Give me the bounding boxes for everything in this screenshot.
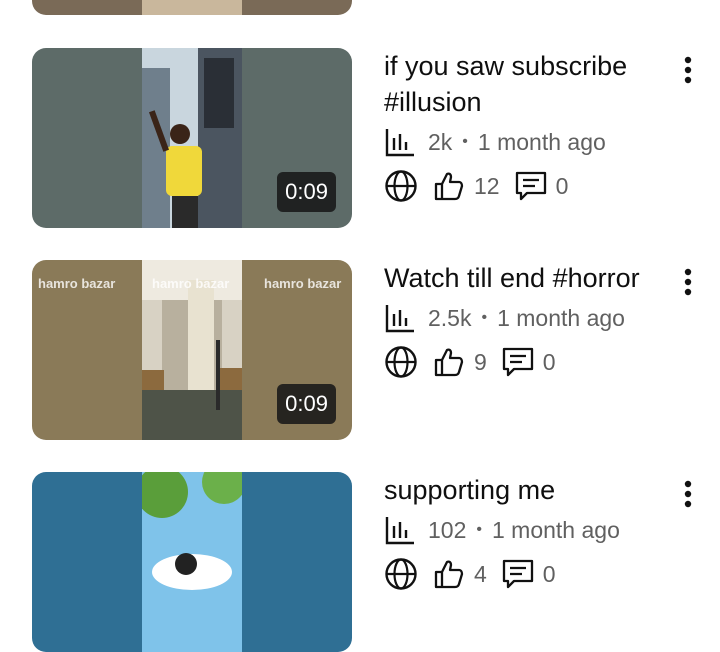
comment-count: 0 bbox=[542, 560, 556, 587]
watermark: hamro bazar bbox=[264, 276, 342, 291]
upload-age: 1 month ago bbox=[491, 516, 620, 543]
video-title[interactable]: supporting me bbox=[384, 472, 664, 508]
more-vertical-icon bbox=[684, 268, 692, 296]
globe-icon bbox=[385, 170, 417, 202]
thumbs-up-icon bbox=[434, 348, 464, 377]
bar-chart-icon bbox=[385, 517, 414, 545]
like-button[interactable]: 12 bbox=[432, 169, 500, 203]
comment-count: 0 bbox=[555, 172, 569, 199]
separator: • bbox=[462, 133, 468, 150]
like-button[interactable]: 9 bbox=[432, 345, 487, 379]
video-thumbnail[interactable]: hamro bazar hamro bazar hamro bazar 0:09 bbox=[32, 260, 352, 440]
bar-chart-icon bbox=[385, 129, 414, 157]
duration-badge: 0:09 bbox=[277, 172, 336, 212]
thumbnail-image bbox=[142, 472, 242, 652]
video-stats: 102 • 1 month ago bbox=[384, 508, 664, 552]
video-item[interactable]: 0:09 if you saw subscribe #illusion 2k •… bbox=[0, 48, 720, 228]
thumbnail-image bbox=[142, 48, 242, 228]
like-count: 12 bbox=[474, 172, 500, 199]
comment-icon bbox=[515, 171, 546, 201]
comment-button[interactable]: 0 bbox=[514, 169, 569, 203]
more-options-button[interactable] bbox=[674, 52, 702, 88]
comment-button[interactable]: 0 bbox=[501, 557, 556, 591]
view-count: 102 bbox=[428, 516, 467, 543]
separator: • bbox=[481, 309, 488, 326]
video-title[interactable]: if you saw subscribe #illusion bbox=[384, 48, 664, 120]
like-button[interactable]: 4 bbox=[432, 557, 487, 591]
video-stats: 2.5k • 1 month ago bbox=[384, 296, 664, 340]
video-stats: 2k • 1 month ago bbox=[384, 120, 664, 164]
video-item[interactable]: hamro bazar hamro bazar hamro bazar 0:09… bbox=[0, 260, 720, 440]
visibility-indicator bbox=[384, 557, 418, 591]
thumbs-up-icon bbox=[434, 172, 464, 201]
visibility-indicator bbox=[384, 345, 418, 379]
previous-video-thumbnail[interactable] bbox=[32, 0, 352, 15]
upload-age: 1 month ago bbox=[497, 304, 625, 331]
more-vertical-icon bbox=[684, 480, 692, 508]
separator: • bbox=[476, 521, 482, 538]
view-count: 2.5k bbox=[428, 304, 472, 331]
comment-count: 0 bbox=[542, 348, 556, 375]
duration-badge: 0:09 bbox=[277, 384, 336, 424]
comment-button[interactable]: 0 bbox=[501, 345, 556, 379]
more-options-button[interactable] bbox=[674, 476, 702, 512]
view-count: 2k bbox=[428, 128, 453, 155]
like-count: 4 bbox=[474, 560, 487, 587]
bar-chart-icon bbox=[385, 305, 414, 333]
video-thumbnail[interactable] bbox=[32, 472, 352, 652]
comment-icon bbox=[502, 347, 533, 377]
more-options-button[interactable] bbox=[674, 264, 702, 300]
visibility-indicator bbox=[384, 169, 418, 203]
upload-age: 1 month ago bbox=[477, 128, 606, 155]
video-thumbnail[interactable]: 0:09 bbox=[32, 48, 352, 228]
watermark: hamro bazar bbox=[38, 276, 116, 291]
more-vertical-icon bbox=[684, 56, 692, 84]
like-count: 9 bbox=[474, 348, 487, 375]
comment-icon bbox=[502, 559, 533, 589]
thumbs-up-icon bbox=[434, 560, 464, 589]
globe-icon bbox=[385, 346, 417, 378]
video-item[interactable]: supporting me 102 • 1 month ago 4 0 bbox=[0, 472, 720, 652]
watermark: hamro bazar bbox=[152, 276, 230, 291]
video-title[interactable]: Watch till end #horror bbox=[384, 260, 664, 296]
globe-icon bbox=[385, 558, 417, 590]
